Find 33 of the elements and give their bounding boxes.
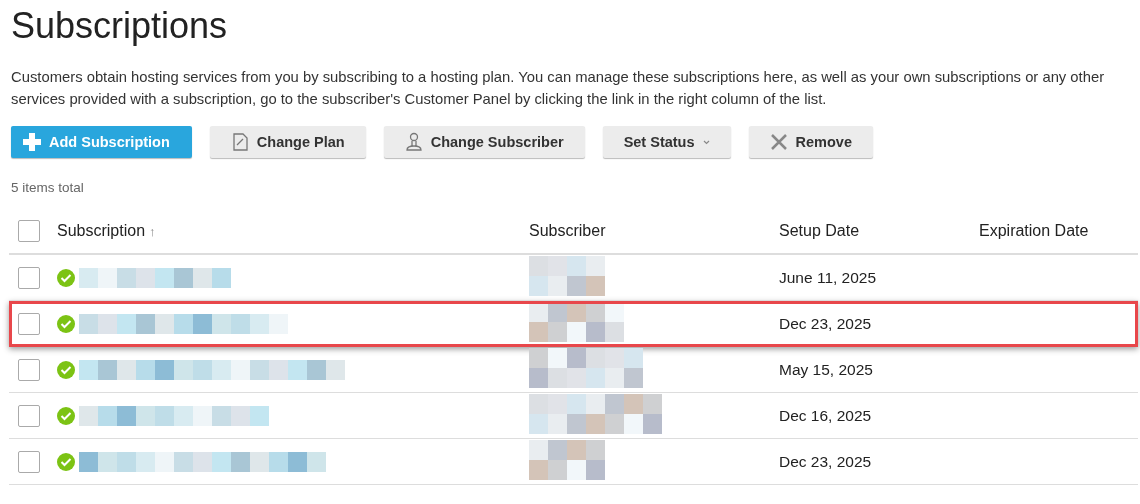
page-title: Subscriptions [11,4,229,48]
check-icon [57,452,75,471]
setup-date: Dec 23, 2025 [779,452,872,470]
toolbar-button[interactable]: Change Plan [209,126,366,158]
setup-date: May 15, 2025 [779,360,873,378]
toolbar-button[interactable]: Change Subscriber [383,126,585,158]
setup-date: Dec 23, 2025 [779,314,872,332]
check-icon [57,360,75,379]
items-count: 5 items total [11,180,85,195]
row-checkbox[interactable] [18,450,40,473]
row-checkbox[interactable] [18,266,40,289]
column-header[interactable]: Setup Date [779,222,860,240]
close-icon [769,133,788,151]
toolbar-button[interactable]: Remove [748,126,873,158]
column-header[interactable]: Subscription [57,222,146,240]
row-checkbox[interactable] [18,404,40,427]
caret-icon [702,139,710,145]
description: Customers obtain hosting services from you by subscribing to a hosting plan. You can manage these subscriptions here, as well as your own subscriptions or any other services provided with a subscription, go to the subscriber's Customer Panel by clicking the link in the right column of the list. [11,68,1106,109]
setup-date: June 11, 2025 [779,268,877,286]
person-icon [404,132,423,152]
plus-icon [23,133,41,151]
row-checkbox[interactable] [18,358,40,381]
row-checkbox[interactable] [18,312,40,335]
sort-icon: ↑ [149,223,156,239]
check-icon [57,268,75,287]
check-icon [57,314,75,333]
document-icon [230,133,249,151]
column-header[interactable]: Subscriber [529,222,606,240]
column-header[interactable]: Expiration Date [979,222,1089,240]
select-all-checkbox[interactable] [18,220,40,242]
check-icon [57,406,75,425]
setup-date: Dec 16, 2025 [779,406,872,424]
toolbar-button[interactable]: Set Status [602,126,731,158]
